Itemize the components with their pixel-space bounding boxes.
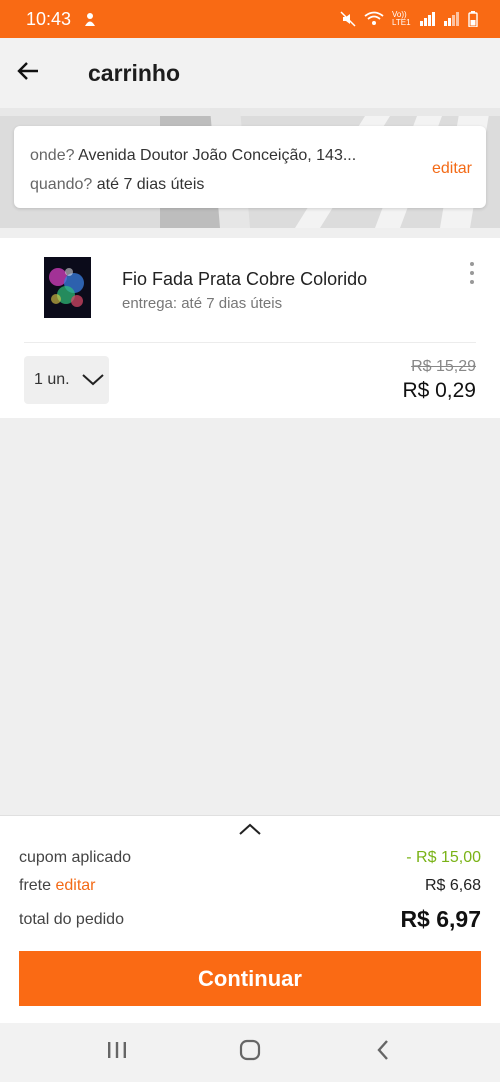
back-button[interactable]: [0, 38, 56, 108]
freight-value: R$ 6,68: [424, 877, 481, 894]
delivery-card[interactable]: onde? Avenida Doutor João Conceição, 143…: [14, 126, 486, 208]
delivery-when: quando? até 7 dias úteis: [30, 176, 204, 194]
chevron-down-icon: [81, 374, 104, 386]
order-summary: cupom aplicado - R$ 15,00 frete editar R…: [0, 815, 500, 1023]
nav-back-icon: [376, 1039, 390, 1066]
quantity-select[interactable]: 1 un.: [24, 356, 109, 404]
home-icon: [239, 1039, 261, 1066]
product-image[interactable]: [44, 257, 91, 318]
back-arrow-icon: [17, 61, 39, 85]
where-value: Avenida Doutor João Conceição, 143...: [78, 147, 357, 164]
expand-summary-button[interactable]: [236, 820, 264, 842]
total-row: total do pedido R$ 6,97: [19, 906, 481, 933]
edit-delivery-link[interactable]: editar: [432, 160, 472, 178]
coupon-row: cupom aplicado - R$ 15,00: [19, 849, 481, 867]
continue-button[interactable]: Continuar: [19, 951, 481, 1006]
app-header: carrinho: [0, 38, 500, 108]
when-label: quando?: [30, 176, 93, 193]
network-label: Vo)) LTE1: [392, 10, 411, 27]
notification-icon: [83, 11, 97, 27]
where-label: onde?: [30, 147, 75, 164]
wifi-icon: [364, 11, 384, 27]
status-bar: 10:43 Vo)) LTE1: [0, 0, 500, 38]
product-delivery-estimate: entrega: até 7 dias úteis: [122, 295, 283, 312]
divider: [24, 342, 476, 343]
system-back-button[interactable]: [363, 1033, 403, 1073]
recents-button[interactable]: [97, 1033, 137, 1073]
signal-icon-2: [444, 12, 460, 26]
status-time: 10:43: [26, 8, 72, 29]
total-value: R$ 6,97: [400, 906, 481, 932]
signal-icon: [420, 12, 436, 26]
system-nav-bar: [0, 1023, 500, 1082]
product-name[interactable]: Fio Fada Prata Cobre Colorido: [122, 269, 367, 290]
delivery-where: onde? Avenida Doutor João Conceição, 143…: [30, 147, 356, 165]
edit-freight-link[interactable]: editar: [55, 877, 95, 894]
price-original: R$ 15,29: [411, 358, 476, 375]
home-button[interactable]: [230, 1033, 270, 1073]
mute-icon: [340, 11, 356, 27]
cart-item: Fio Fada Prata Cobre Colorido entrega: a…: [0, 238, 500, 418]
coupon-label: cupom aplicado: [19, 849, 132, 866]
quantity-value: 1 un.: [34, 371, 70, 388]
battery-icon: [468, 11, 478, 27]
price-current: R$ 0,29: [402, 379, 476, 402]
chevron-up-icon: [238, 822, 262, 840]
coupon-value: - R$ 15,00: [406, 849, 481, 866]
freight-row: frete editar R$ 6,68: [19, 877, 481, 895]
page-title: carrinho: [88, 59, 181, 86]
when-value: até 7 dias úteis: [96, 176, 205, 193]
freight-label-group: frete editar: [19, 877, 96, 895]
freight-label: frete: [19, 877, 52, 894]
more-vert-icon[interactable]: [462, 260, 482, 286]
total-label: total do pedido: [19, 910, 124, 928]
recents-icon: [106, 1040, 128, 1065]
